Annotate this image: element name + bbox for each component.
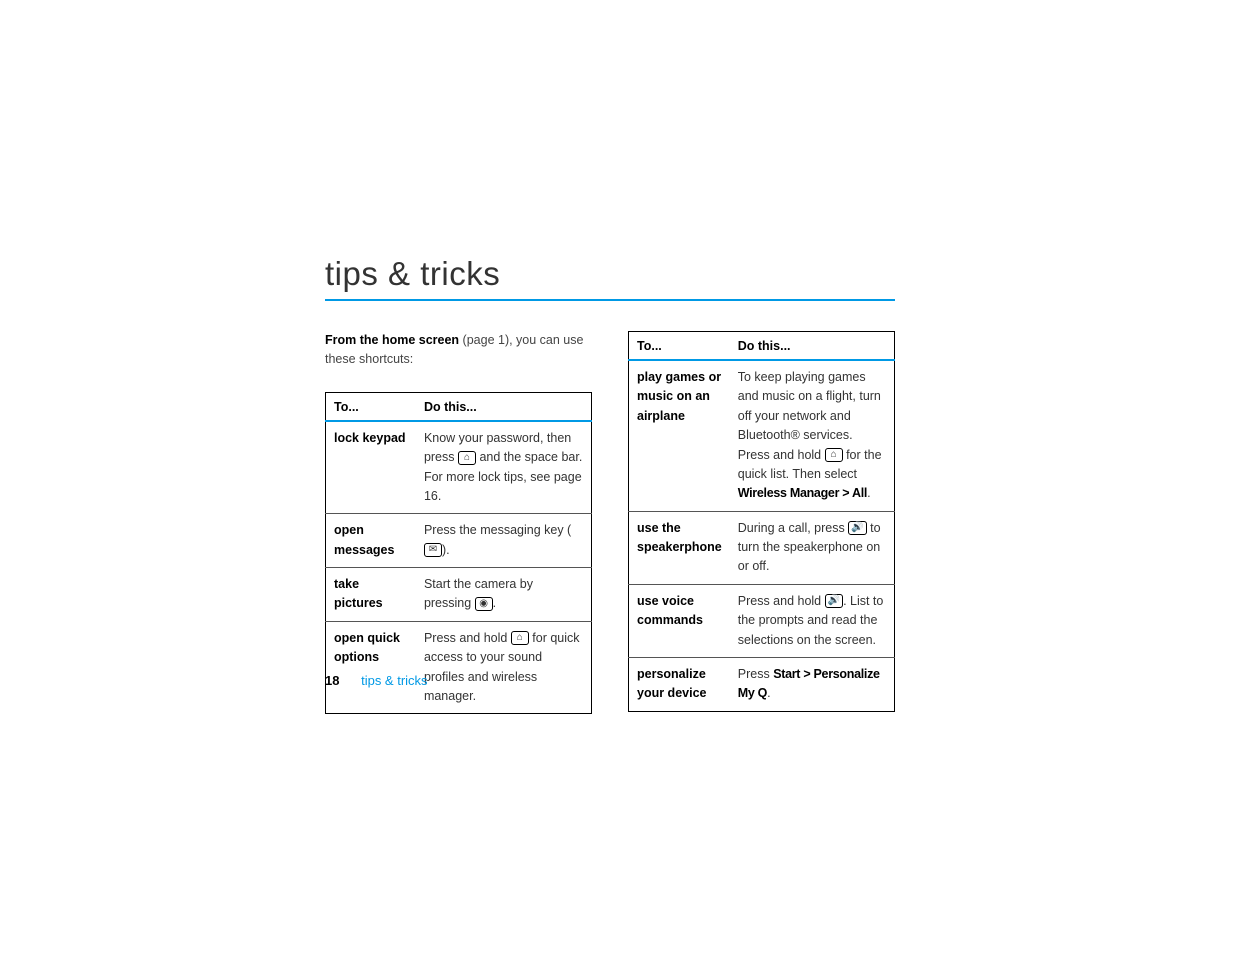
home-icon: ⌂	[825, 448, 843, 462]
row-do: Press and hold 🔊. List to the prompts an…	[730, 584, 895, 657]
table-row: open quick options Press and hold ⌂ for …	[326, 621, 592, 714]
page-number: 18	[325, 673, 339, 688]
row-to: personalize your device	[629, 657, 730, 711]
table-row: take pictures Start the camera by pressi…	[326, 568, 592, 622]
speaker-icon: 🔊	[825, 594, 843, 608]
title-rule	[325, 299, 895, 301]
table-row: use the speakerphone During a call, pres…	[629, 511, 895, 584]
right-column: To... Do this... play games or music on …	[628, 331, 895, 714]
home-icon: ⌂	[458, 451, 476, 465]
row-do: Start the camera by pressing ◉.	[416, 568, 592, 622]
page-footer: 18 tips & tricks	[325, 673, 428, 688]
th-do: Do this...	[730, 332, 895, 361]
home-icon: ⌂	[511, 631, 529, 645]
left-table: To... Do this... lock keypad Know your p…	[325, 392, 592, 715]
row-to: take pictures	[326, 568, 416, 622]
table-row: personalize your device Press Start > Pe…	[629, 657, 895, 711]
page-title: tips & tricks	[325, 255, 895, 293]
messaging-icon: ✉	[424, 543, 442, 557]
th-to: To...	[629, 332, 730, 361]
table-row: use voice commands Press and hold 🔊. Lis…	[629, 584, 895, 657]
columns: From the home screen (page 1), you can u…	[325, 331, 895, 714]
right-table: To... Do this... play games or music on …	[628, 331, 895, 712]
left-column: From the home screen (page 1), you can u…	[325, 331, 592, 714]
row-to: play games or music on an airplane	[629, 360, 730, 511]
page-content: tips & tricks From the home screen (page…	[325, 255, 895, 714]
th-to: To...	[326, 392, 416, 421]
section-label: tips & tricks	[361, 673, 427, 688]
row-to: open messages	[326, 514, 416, 568]
table-row: play games or music on an airplane To ke…	[629, 360, 895, 511]
row-do: Press Start > Personalize My Q.	[730, 657, 895, 711]
row-to: open quick options	[326, 621, 416, 714]
menu-path: Wireless Manager > All	[738, 486, 867, 500]
intro-text: From the home screen (page 1), you can u…	[325, 331, 592, 370]
row-do: To keep playing games and music on a fli…	[730, 360, 895, 511]
row-do: Know your password, then press ⌂ and the…	[416, 421, 592, 514]
row-to: use voice commands	[629, 584, 730, 657]
row-to: lock keypad	[326, 421, 416, 514]
row-do: During a call, press 🔊 to turn the speak…	[730, 511, 895, 584]
camera-icon: ◉	[475, 597, 493, 611]
table-row: open messages Press the messaging key (✉…	[326, 514, 592, 568]
row-do: Press and hold ⌂ for quick access to you…	[416, 621, 592, 714]
speaker-icon: 🔊	[848, 521, 866, 535]
intro-bold: From the home screen	[325, 333, 459, 347]
table-row: lock keypad Know your password, then pre…	[326, 421, 592, 514]
row-to: use the speakerphone	[629, 511, 730, 584]
row-do: Press the messaging key (✉).	[416, 514, 592, 568]
th-do: Do this...	[416, 392, 592, 421]
